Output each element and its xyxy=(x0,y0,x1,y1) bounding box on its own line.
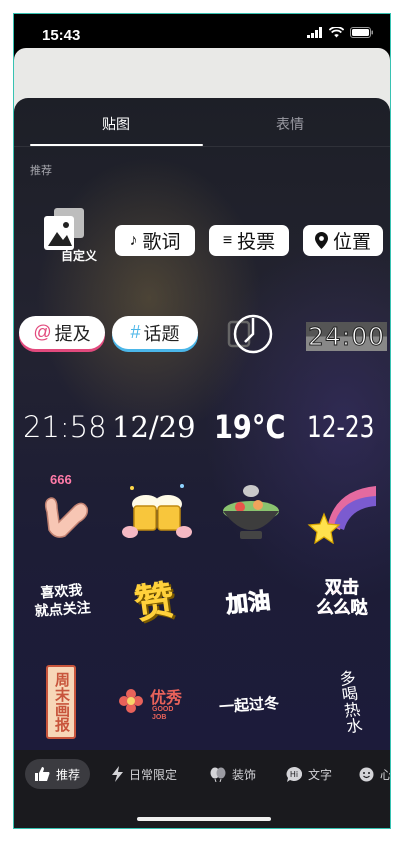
cheers-sticker[interactable] xyxy=(120,476,194,548)
date-sticker[interactable]: 12/29 xyxy=(112,410,196,444)
clock-sticker[interactable] xyxy=(219,312,279,356)
battery-icon xyxy=(350,27,373,38)
location-sticker[interactable]: 位置 xyxy=(303,225,383,256)
category-mood-label: 心 xyxy=(380,767,391,782)
time-sticker[interactable]: 21:58 xyxy=(23,410,107,444)
category-recommended[interactable]: 推荐 xyxy=(25,759,91,789)
double-tap-sticker[interactable]: 双击 么么哒 xyxy=(302,566,382,630)
together-sticker[interactable]: 一起过冬 xyxy=(208,684,290,724)
status-bar: 15:43 xyxy=(14,14,390,48)
cheer-label: 加油 xyxy=(224,587,272,618)
weekend-label: 周末画报 xyxy=(53,672,70,732)
weekend-tag: 周末画报 xyxy=(46,665,76,739)
category-decor-label: 装饰 xyxy=(232,767,257,782)
double-tap-label: 双击 么么哒 xyxy=(316,578,368,618)
flip-clock-sticker[interactable]: 24:00 xyxy=(306,322,388,352)
tab-divider xyxy=(14,146,390,147)
weekend-sticker[interactable]: 周末画报 xyxy=(36,660,86,744)
666-hand-sticker[interactable]: 666 xyxy=(28,472,102,548)
topic-sticker[interactable]: # 话题 xyxy=(112,316,198,349)
like-sticker[interactable]: 赞 xyxy=(114,564,194,634)
category-daily[interactable]: 日常限定 xyxy=(112,759,177,789)
smiley-icon xyxy=(359,767,374,781)
vote-label: 投票 xyxy=(237,232,276,253)
text-bubble-icon: Hi xyxy=(286,766,302,782)
lightning-icon xyxy=(112,766,123,782)
at-icon: @ xyxy=(33,322,52,342)
good-job-label: GOOD JOB xyxy=(152,706,174,721)
mention-sticker[interactable]: @ 提及 xyxy=(19,316,105,349)
phone-frame: 15:43 贴图 表情 推荐 自定义 ♪ 歌词 ≡ 投票 位置 @ 提及 # 话… xyxy=(13,13,391,829)
beer-mugs-icon xyxy=(122,484,192,538)
clock-icon xyxy=(227,314,273,354)
category-decor[interactable]: 装饰 xyxy=(210,759,256,789)
tab-stickers[interactable]: 贴图 xyxy=(56,114,176,134)
shooting-star-icon xyxy=(307,486,376,544)
custom-sticker[interactable]: 自定义 xyxy=(34,198,104,268)
follow-sticker[interactable]: 喜欢我 就点关注 xyxy=(22,568,102,632)
hash-icon: # xyxy=(130,322,141,342)
flower-icon xyxy=(119,689,143,713)
svg-text:Hi: Hi xyxy=(290,770,298,779)
music-note-icon: ♪ xyxy=(129,231,138,249)
category-bar: 推荐 日常限定 装饰 Hi 文字 心 xyxy=(14,750,391,828)
excellent-sticker[interactable]: 优秀 GOOD JOB xyxy=(116,678,198,728)
status-icons xyxy=(307,27,374,38)
weather-sticker[interactable]: 19°C xyxy=(214,408,285,446)
tab-emoji[interactable]: 表情 xyxy=(230,114,350,134)
home-indicator[interactable] xyxy=(137,817,271,821)
category-daily-label: 日常限定 xyxy=(129,767,178,782)
sheet-tabs: 贴图 表情 xyxy=(14,98,390,147)
thumbs-up-icon xyxy=(35,767,50,781)
follow-label: 喜欢我 就点关注 xyxy=(34,581,92,619)
vote-sticker[interactable]: ≡ 投票 xyxy=(209,225,289,256)
excellent-label: 优秀 xyxy=(150,690,183,707)
lyrics-label: 歌词 xyxy=(142,232,181,253)
hotpot-sticker[interactable] xyxy=(214,476,288,548)
category-recommended-label: 推荐 xyxy=(56,767,81,782)
sticker-sheet: 贴图 表情 推荐 自定义 ♪ 歌词 ≡ 投票 位置 @ 提及 # 话题 24:0… xyxy=(14,98,390,828)
signal-icon xyxy=(307,27,322,38)
custom-label: 自定义 xyxy=(61,249,98,263)
lyrics-sticker[interactable]: ♪ 歌词 xyxy=(115,225,195,256)
666-label: 666 xyxy=(50,472,72,487)
together-label: 一起过冬 xyxy=(218,694,280,716)
category-text[interactable]: Hi 文字 xyxy=(286,759,332,789)
like-label: 赞 xyxy=(131,578,178,628)
drink-water-sticker[interactable]: 多喝热水 xyxy=(318,660,378,744)
hand-icon xyxy=(44,497,89,538)
topic-label: 话题 xyxy=(143,323,180,344)
mention-label: 提及 xyxy=(54,323,91,344)
date2-sticker[interactable]: 12-23 xyxy=(307,410,374,444)
list-icon: ≡ xyxy=(222,231,233,249)
location-label: 位置 xyxy=(332,232,371,253)
cheer-sticker[interactable]: 加油 xyxy=(208,574,288,628)
location-pin-icon xyxy=(314,232,328,249)
balloon-icon xyxy=(210,767,226,782)
rainbow-star-sticker[interactable] xyxy=(304,476,382,548)
category-mood[interactable]: 心 xyxy=(359,759,391,789)
category-text-label: 文字 xyxy=(308,767,333,782)
section-label-recommended: 推荐 xyxy=(30,165,52,177)
status-time: 15:43 xyxy=(42,27,81,44)
wifi-icon xyxy=(329,27,344,38)
drink-water-label: 多喝热水 xyxy=(335,669,362,735)
hotpot-icon xyxy=(223,485,279,539)
